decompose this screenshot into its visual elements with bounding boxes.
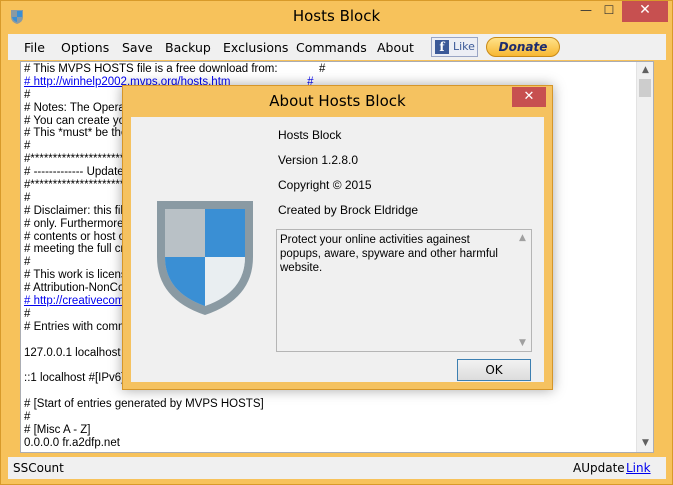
close-button[interactable]: ✕	[622, 1, 668, 22]
window-title: Hosts Block	[292, 7, 381, 25]
about-dialog: About Hosts Block ✕ Hosts Block Version …	[122, 85, 553, 390]
description-scrollbar[interactable]: ▲ ▼	[514, 230, 531, 351]
ok-button[interactable]: OK	[457, 359, 531, 381]
desc-scroll-down-icon[interactable]: ▼	[514, 338, 531, 348]
facebook-icon: f	[435, 40, 449, 54]
desc-scroll-up-icon[interactable]: ▲	[514, 233, 531, 243]
menu-options[interactable]: Options	[61, 40, 109, 55]
hosts-line: # This MVPS HOSTS file is a free downloa…	[24, 63, 326, 75]
scroll-thumb[interactable]	[639, 79, 651, 97]
description-textbox[interactable]: Protect your online activities againest …	[276, 229, 532, 352]
maximize-button[interactable]: ☐	[597, 1, 621, 22]
menu-about[interactable]: About	[377, 40, 414, 55]
menu-exclusions[interactable]: Exclusions	[223, 40, 288, 55]
minimize-button[interactable]: —	[575, 1, 597, 22]
dialog-close-button[interactable]: ✕	[512, 87, 546, 107]
about-description: Protect your online activities againest …	[280, 234, 498, 274]
donate-button[interactable]: Donate	[486, 37, 560, 57]
status-link[interactable]: Link	[626, 461, 651, 475]
status-aupdate: AUpdate	[573, 461, 625, 475]
scroll-up-arrow-icon[interactable]: ▲	[637, 62, 653, 79]
title-bar[interactable]: Hosts Block — ☐ ✕	[1, 1, 672, 32]
menu-backup[interactable]: Backup	[165, 40, 211, 55]
about-version: Version 1.2.8.0	[278, 153, 359, 167]
facebook-like-button[interactable]: f Like	[431, 37, 478, 57]
scroll-down-arrow-icon[interactable]: ▼	[637, 435, 653, 452]
like-label: Like	[453, 40, 475, 53]
status-bar: SSCount AUpdate Link	[8, 457, 666, 479]
hosts-line: #	[24, 411, 31, 424]
menu-bar: File Options Save Backup Exclusions Comm…	[8, 34, 666, 60]
about-copyright: Copyright © 2015	[278, 178, 372, 192]
about-author: Created by Brock Eldridge	[278, 203, 419, 217]
hosts-line: 0.0.0.0 fr.a2dfp.net	[24, 436, 120, 449]
about-product-name: Hosts Block	[278, 128, 342, 142]
dialog-body: Hosts Block Version 1.2.8.0 Copyright © …	[131, 117, 544, 382]
hosts-line: # [Misc A - Z]	[24, 423, 91, 436]
hosts-line: # [Start of entries generated by MVPS HO…	[24, 398, 264, 411]
menu-file[interactable]: File	[24, 40, 45, 55]
vertical-scrollbar[interactable]: ▲ ▼	[636, 62, 653, 452]
shield-logo-icon	[157, 201, 253, 315]
menu-save[interactable]: Save	[122, 40, 153, 55]
status-sscount: SSCount	[13, 461, 64, 475]
menu-commands[interactable]: Commands	[296, 40, 367, 55]
dialog-title: About Hosts Block	[269, 92, 406, 110]
